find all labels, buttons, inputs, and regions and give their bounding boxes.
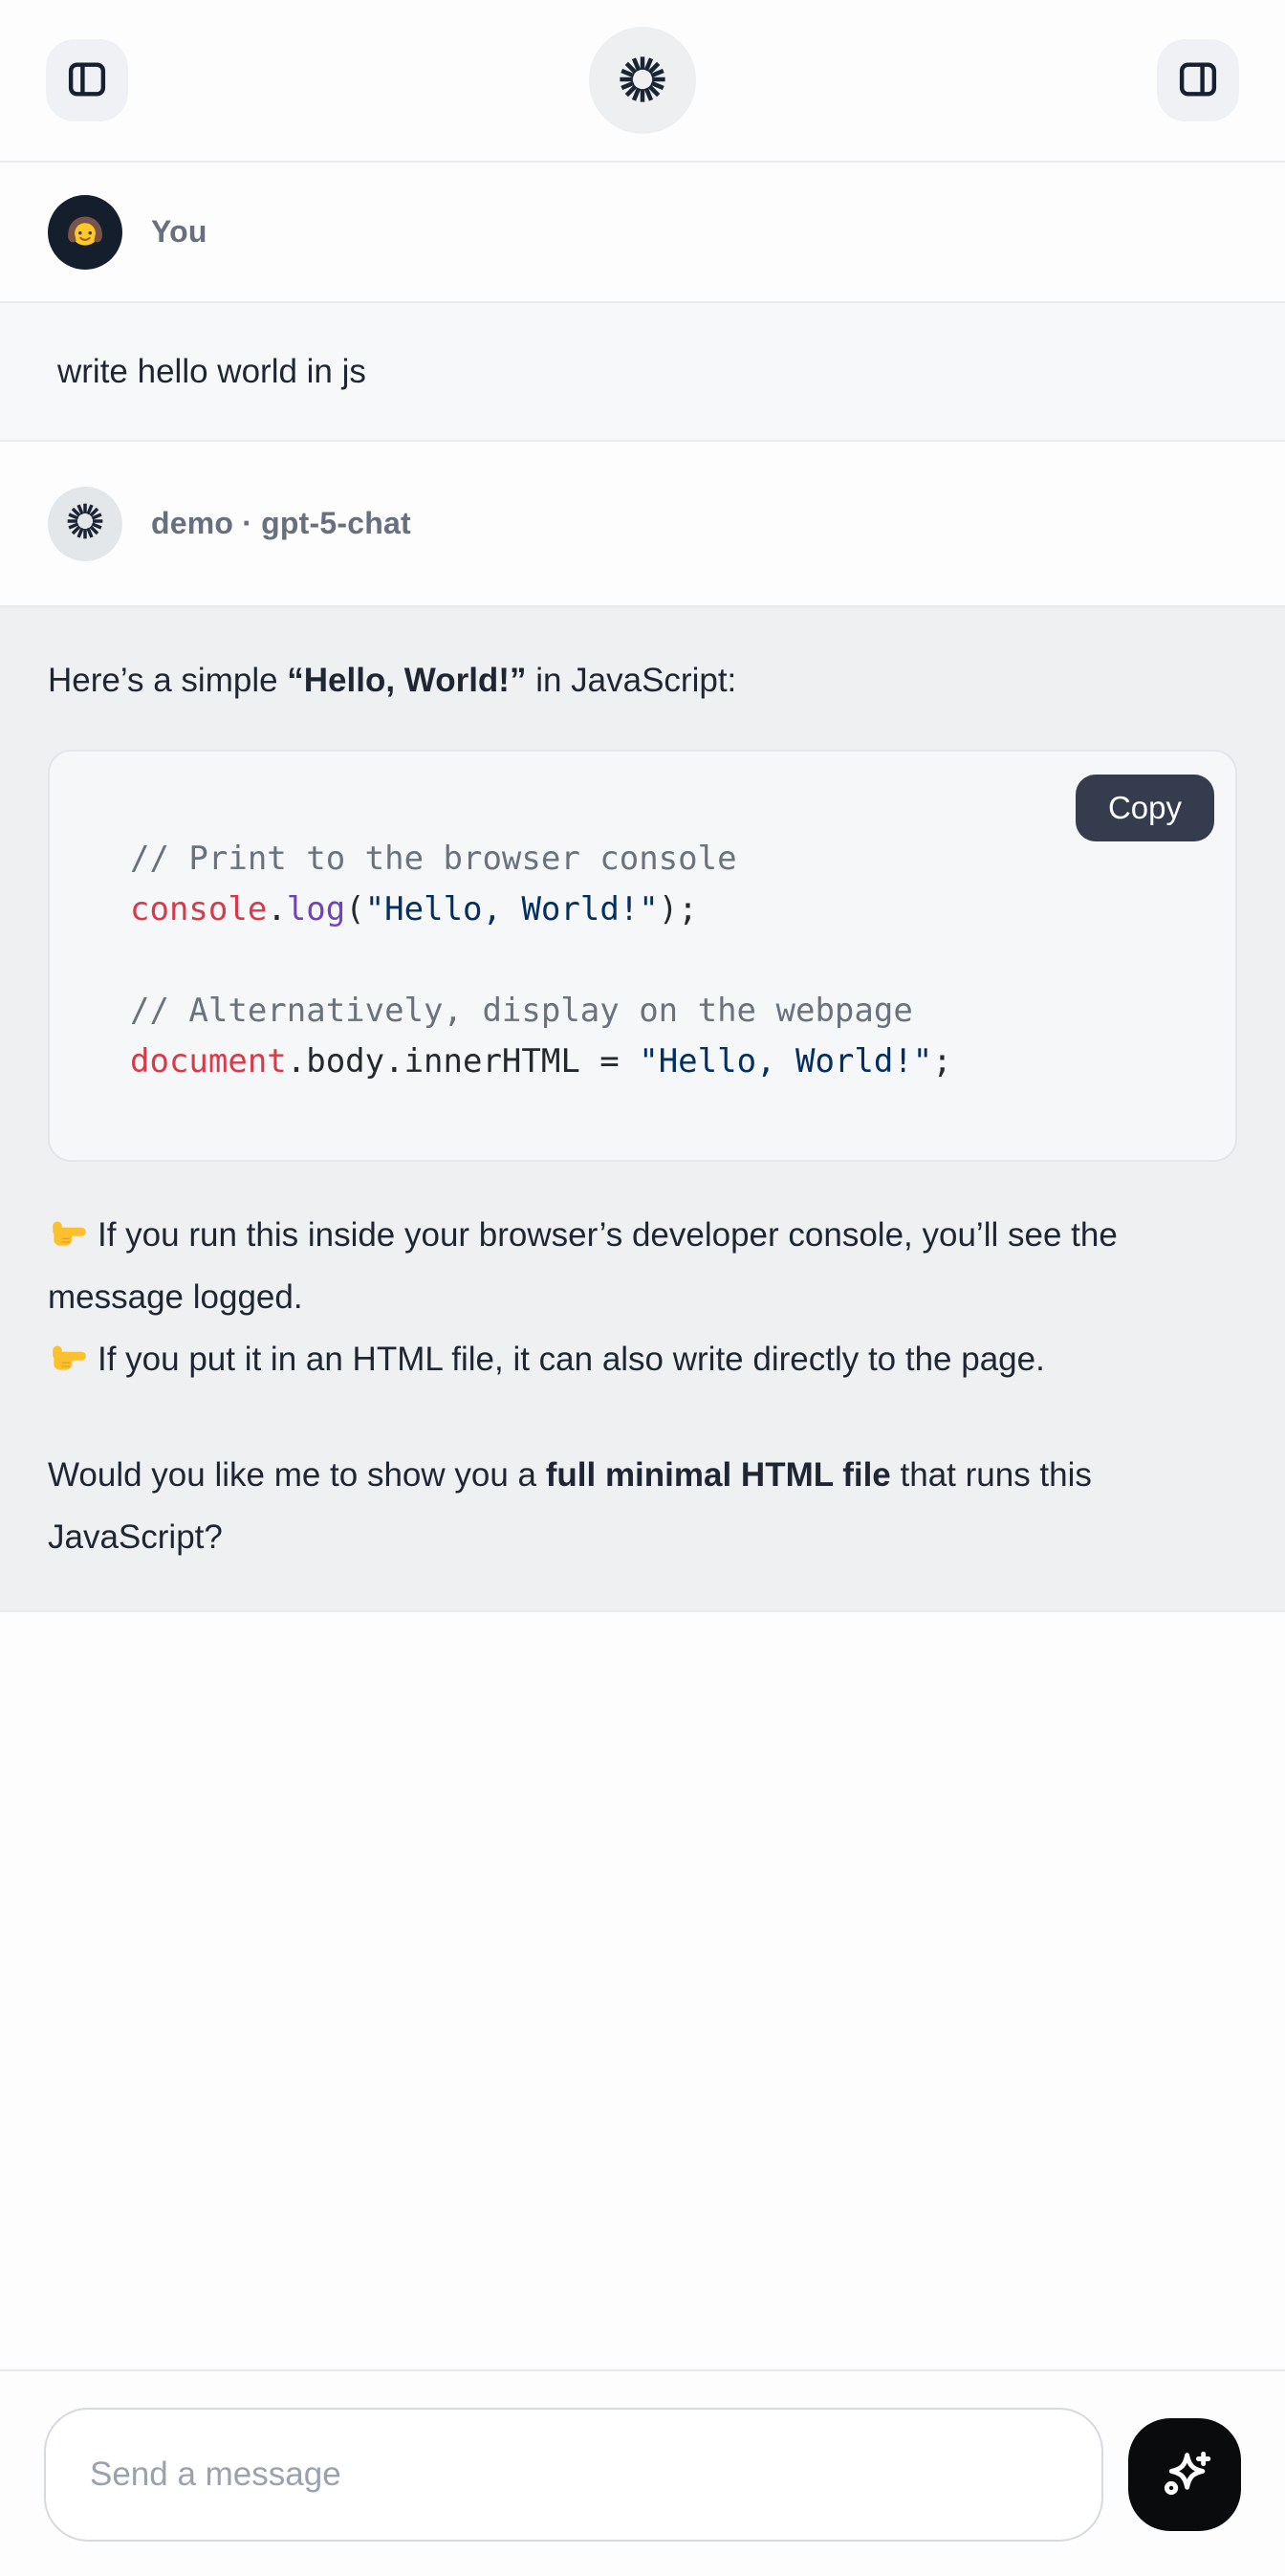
app-logo-button[interactable]	[589, 27, 696, 134]
user-avatar	[48, 195, 122, 270]
code-token: );	[659, 890, 698, 928]
intro-text: Here’s a simple	[48, 662, 287, 699]
sidebar-toggle-button[interactable]	[46, 39, 128, 121]
code-comment: // Print to the browser console	[130, 840, 737, 878]
code-string: "Hello, World!"	[365, 890, 659, 928]
code-token: (	[345, 890, 364, 928]
composer-bar	[0, 2369, 1285, 2576]
assistant-sender-row: demo · gpt-5-chat	[0, 442, 1285, 605]
user-sender-label: You	[151, 214, 207, 250]
code-token: document	[130, 1042, 287, 1081]
empty-scroll-area	[0, 1612, 1285, 2369]
assistant-sender-label: demo · gpt-5-chat	[151, 506, 411, 541]
user-message: write hello world in js	[0, 301, 1285, 442]
code-line: document.body.innerHTML = "Hello, World!…	[130, 1037, 1197, 1087]
code-line: console.log("Hello, World!");	[130, 884, 1197, 935]
code-token: .body.innerHTML =	[287, 1042, 639, 1081]
assistant-intro-paragraph: Here’s a simple “Hello, World!” in JavaS…	[48, 649, 1237, 711]
starburst-icon	[64, 500, 106, 547]
code-comment: // Alternatively, display on the webpage	[130, 992, 913, 1030]
sparkle-plus-icon	[1155, 2444, 1214, 2506]
panel-right-icon	[1176, 57, 1220, 104]
tip-text: If you run this inside your browser’s de…	[48, 1216, 1118, 1316]
user-sender-row: You	[0, 163, 1285, 301]
starburst-icon	[617, 54, 668, 108]
closing-bold-text: full minimal HTML file	[546, 1456, 891, 1494]
code-token: console	[130, 890, 267, 928]
pointing-right-icon	[48, 1335, 88, 1375]
code-line: // Alternatively, display on the webpage	[130, 986, 1197, 1037]
assistant-closing-paragraph: Would you like me to show you a full min…	[48, 1444, 1237, 1568]
code-token: .	[267, 890, 286, 928]
intro-text-post: in JavaScript:	[526, 662, 736, 699]
top-bar	[0, 0, 1285, 163]
pointing-right-icon	[48, 1211, 88, 1251]
code-content: // Print to the browser console console.l…	[50, 752, 1235, 1160]
user-message-text: write hello world in js	[57, 353, 366, 391]
tip-line: If you run this inside your browser’s de…	[48, 1204, 1237, 1328]
code-string: "Hello, World!"	[639, 1042, 932, 1081]
assistant-tips-paragraph: If you run this inside your browser’s de…	[48, 1204, 1237, 1390]
generate-button[interactable]	[1128, 2418, 1241, 2531]
assistant-message: Here’s a simple “Hello, World!” in JavaS…	[0, 605, 1285, 1612]
right-panel-toggle-button[interactable]	[1157, 39, 1239, 121]
person-emoji-icon	[61, 206, 109, 258]
code-block: Copy // Print to the browser console cons…	[48, 750, 1237, 1162]
tip-line: If you put it in an HTML file, it can al…	[48, 1328, 1237, 1390]
code-line-empty	[130, 935, 1197, 986]
panel-left-icon	[65, 57, 109, 104]
message-input[interactable]	[44, 2408, 1103, 2542]
code-line: // Print to the browser console	[130, 834, 1197, 884]
closing-text: Would you like me to show you a	[48, 1456, 546, 1494]
tip-text: If you put it in an HTML file, it can al…	[98, 1341, 1045, 1378]
code-token: log	[287, 890, 345, 928]
intro-bold-text: “Hello, World!”	[287, 662, 526, 699]
copy-code-button[interactable]: Copy	[1076, 775, 1214, 841]
assistant-avatar	[48, 487, 122, 561]
code-token: ;	[932, 1042, 951, 1081]
